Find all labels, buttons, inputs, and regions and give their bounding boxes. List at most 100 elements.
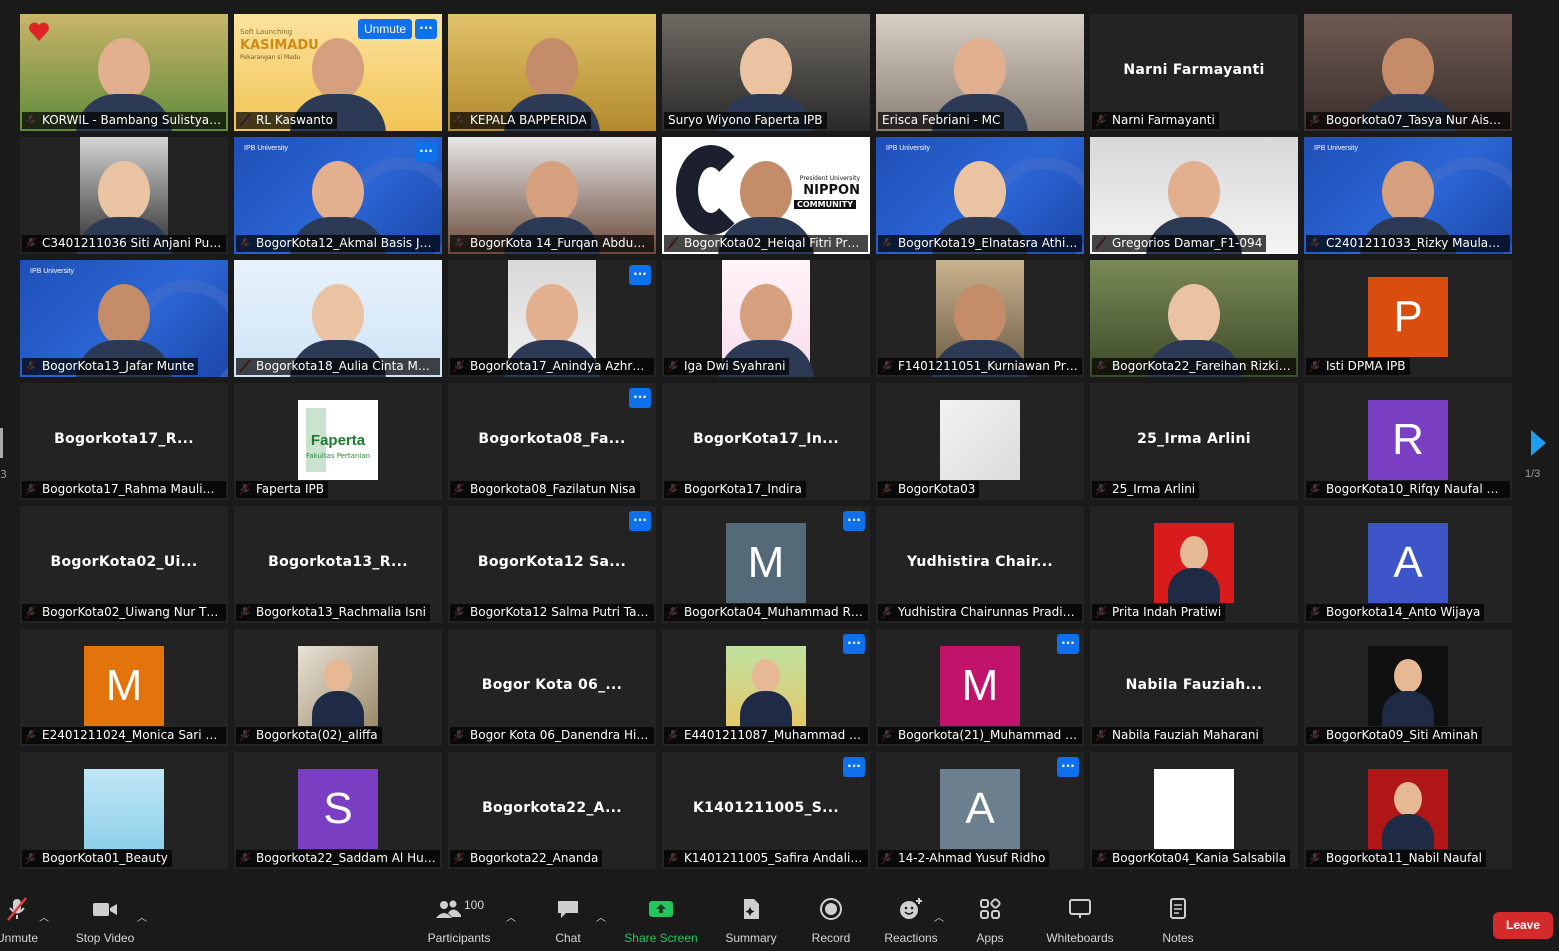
- participant-tile[interactable]: A Bogorkota14_Anto Wijaya: [1304, 506, 1512, 623]
- profile-picture: [84, 769, 164, 849]
- participant-face: [740, 38, 792, 100]
- participant-tile[interactable]: Nabila Fauziah... Nabila Fauziah Maharani: [1090, 629, 1298, 746]
- participant-tile[interactable]: Gregorios Damar_F1-094: [1090, 137, 1298, 254]
- apps-button[interactable]: Apps: [968, 893, 1012, 951]
- participant-tile[interactable]: C3401211036 Siti Anjani Putri: [20, 137, 228, 254]
- notes-button[interactable]: Notes: [1155, 893, 1201, 951]
- more-options-button[interactable]: ···: [415, 19, 437, 39]
- participant-tile[interactable]: KORWIL - Bambang Sulistyant...: [20, 14, 228, 131]
- stop-video-label: Stop Video: [75, 931, 135, 945]
- more-options-button[interactable]: ···: [843, 511, 865, 531]
- participant-tile[interactable]: M E2401211024_Monica Sari Ani: [20, 629, 228, 746]
- participant-tile[interactable]: Bogorkota13_R... Bogorkota13_Rachmalia Is…: [234, 506, 442, 623]
- profile-picture: [940, 400, 1020, 480]
- next-page-arrow-icon[interactable]: [1528, 428, 1548, 458]
- participant-tile[interactable]: BogorKota04_Kania Salsabila: [1090, 752, 1298, 869]
- participant-tile[interactable]: Bogorkota17_R... Bogorkota17_Rahma Maulid…: [20, 383, 228, 500]
- stop-video-button[interactable]: Stop Video: [70, 893, 140, 951]
- participant-tile[interactable]: IPB University BogorKota13_Jafar Munte: [20, 260, 228, 377]
- participant-tile[interactable]: Suryo Wiyono Faperta IPB: [662, 14, 870, 131]
- more-options-button[interactable]: ···: [415, 142, 437, 162]
- participant-tile[interactable]: Yudhistira Chair... Yudhistira Chairunnas…: [876, 506, 1084, 623]
- previous-page-handle[interactable]: [0, 428, 3, 458]
- participant-tile[interactable]: A ··· 14-2-Ahmad Yusuf Ridho: [876, 752, 1084, 869]
- participant-tile[interactable]: 25_Irma Arlini 25_Irma Arlini: [1090, 383, 1298, 500]
- participant-tile[interactable]: KEPALA BAPPERIDA: [448, 14, 656, 131]
- participant-face: [98, 161, 150, 223]
- participant-tile[interactable]: M ··· BogorKota04_Muhammad Riz...: [662, 506, 870, 623]
- participant-tile[interactable]: R BogorKota10_Rifqy Naufal Az...: [1304, 383, 1512, 500]
- participant-tile[interactable]: Narni Farmayanti Narni Farmayanti: [1090, 14, 1298, 131]
- microphone-muted-icon: [7, 897, 27, 921]
- participant-name-label: Bogorkota17_Rahma Maulidya: [22, 481, 226, 498]
- unmute-button[interactable]: Unmute: [0, 893, 44, 951]
- participant-tile[interactable]: BogorKota03: [876, 383, 1084, 500]
- participant-tile[interactable]: Bogorkota07_Tasya Nur Aisyah: [1304, 14, 1512, 131]
- participant-tile[interactable]: IPB University ··· BogorKota12_Akmal Basis…: [234, 137, 442, 254]
- reactions-button[interactable]: Reactions: [880, 893, 942, 951]
- participant-display-name: Bogor Kota 06_...: [481, 677, 623, 693]
- whiteboards-button[interactable]: Whiteboards: [1040, 893, 1120, 951]
- participant-tile[interactable]: BogorKota02_Ui... BogorKota02_Uiwang Nur …: [20, 506, 228, 623]
- participant-tile[interactable]: BogorKota12 Sa... ··· BogorKota12 Salma Pu…: [448, 506, 656, 623]
- participant-name-label: E2401211024_Monica Sari Ani: [22, 727, 226, 744]
- participant-tile[interactable]: BogorKota09_Siti Aminah: [1304, 629, 1512, 746]
- participant-name-label: KEPALA BAPPERIDA: [450, 112, 591, 129]
- participant-tile[interactable]: Bogorkota18_Aulia Cinta Mah...: [234, 260, 442, 377]
- more-options-button[interactable]: ···: [629, 265, 651, 285]
- participant-tile[interactable]: ··· Bogorkota17_Anindya Azhra P...: [448, 260, 656, 377]
- participant-tile[interactable]: BogorKota17_In... BogorKota17_Indira: [662, 383, 870, 500]
- profile-face: [752, 659, 780, 693]
- participant-tile[interactable]: Erisca Febriani - MC: [876, 14, 1084, 131]
- participant-tile[interactable]: F1401211051_Kurniawan Praw...: [876, 260, 1084, 377]
- participant-face: [526, 161, 578, 223]
- reactions-caret-icon[interactable]: ︿: [934, 909, 944, 924]
- participant-tile[interactable]: ··· E4401211087_Muhammad Riz...: [662, 629, 870, 746]
- participant-name-label: Bogorkota22_Ananda: [450, 850, 603, 867]
- participant-tile[interactable]: Faperta Fakultas Pertanian Faperta IPB: [234, 383, 442, 500]
- share-screen-button[interactable]: Share Screen: [622, 893, 700, 951]
- participant-tile[interactable]: President University NIPPON COMMUNITY Bogor…: [662, 137, 870, 254]
- participant-display-name: Bogorkota13_R...: [268, 554, 408, 570]
- participant-tile[interactable]: Bogorkota08_Fa... ··· Bogorkota08_Fazilatu…: [448, 383, 656, 500]
- video-options-caret-icon[interactable]: ︿: [137, 909, 147, 924]
- more-options-button[interactable]: ···: [1057, 757, 1079, 777]
- participant-tile[interactable]: S Bogorkota22_Saddam Al Hus...: [234, 752, 442, 869]
- participant-tile[interactable]: BogorKota 14_Furqan Abduss...: [448, 137, 656, 254]
- participant-tile[interactable]: IPB University C2401211033_Rizky Maulana …: [1304, 137, 1512, 254]
- participant-tile[interactable]: K1401211005_S... ··· K1401211005_Safira An…: [662, 752, 870, 869]
- participants-button[interactable]: 100 Participants: [424, 893, 494, 951]
- record-button[interactable]: Record: [805, 893, 857, 951]
- participant-tile[interactable]: IPB University BogorKota19_Elnatasra Athi…: [876, 137, 1084, 254]
- participant-face: [954, 38, 1006, 100]
- participant-tile[interactable]: Iga Dwi Syahrani: [662, 260, 870, 377]
- participant-tile[interactable]: Bogor Kota 06_... Bogor Kota 06_Danendra …: [448, 629, 656, 746]
- more-options-button[interactable]: ···: [629, 511, 651, 531]
- more-options-button[interactable]: ···: [1057, 634, 1079, 654]
- participant-tile[interactable]: Soft Launching KASIMADU Pekarangan si Madu…: [234, 14, 442, 131]
- unmute-request-button[interactable]: Unmute: [357, 19, 412, 39]
- participant-tile[interactable]: Bogorkota22_A... Bogorkota22_Ananda: [448, 752, 656, 869]
- participant-tile[interactable]: Bogorkota(02)_aliffa: [234, 629, 442, 746]
- chat-caret-icon[interactable]: ︿: [596, 909, 606, 924]
- ipb-logo: IPB University: [244, 145, 288, 152]
- participant-tile[interactable]: Prita Indah Pratiwi: [1090, 506, 1298, 623]
- participant-name-label: BogorKota 14_Furqan Abduss...: [450, 235, 654, 252]
- summary-button[interactable]: Summary: [720, 893, 782, 951]
- more-options-button[interactable]: ···: [843, 634, 865, 654]
- participant-tile[interactable]: M ··· Bogorkota(21)_Muhammad W...: [876, 629, 1084, 746]
- participant-name-label: BogorKota10_Rifqy Naufal Az...: [1306, 481, 1510, 498]
- page-indicator: 1/3: [1525, 468, 1541, 480]
- participant-avatar: M: [940, 646, 1020, 726]
- more-options-button[interactable]: ···: [629, 388, 651, 408]
- participant-tile[interactable]: BogorKota22_Fareihan Rizki F...: [1090, 260, 1298, 377]
- participant-tile[interactable]: Bogorkota11_Nabil Naufal: [1304, 752, 1512, 869]
- participants-caret-icon[interactable]: ︿: [506, 909, 516, 924]
- chat-button[interactable]: Chat: [543, 893, 593, 951]
- participant-tile[interactable]: P Isti DPMA IPB: [1304, 260, 1512, 377]
- more-options-button[interactable]: ···: [843, 757, 865, 777]
- audio-options-caret-icon[interactable]: ︿: [39, 909, 49, 924]
- participant-display-name: Nabila Fauziah...: [1125, 677, 1263, 693]
- participant-tile[interactable]: BogorKota01_Beauty: [20, 752, 228, 869]
- leave-button[interactable]: Leave: [1493, 912, 1553, 939]
